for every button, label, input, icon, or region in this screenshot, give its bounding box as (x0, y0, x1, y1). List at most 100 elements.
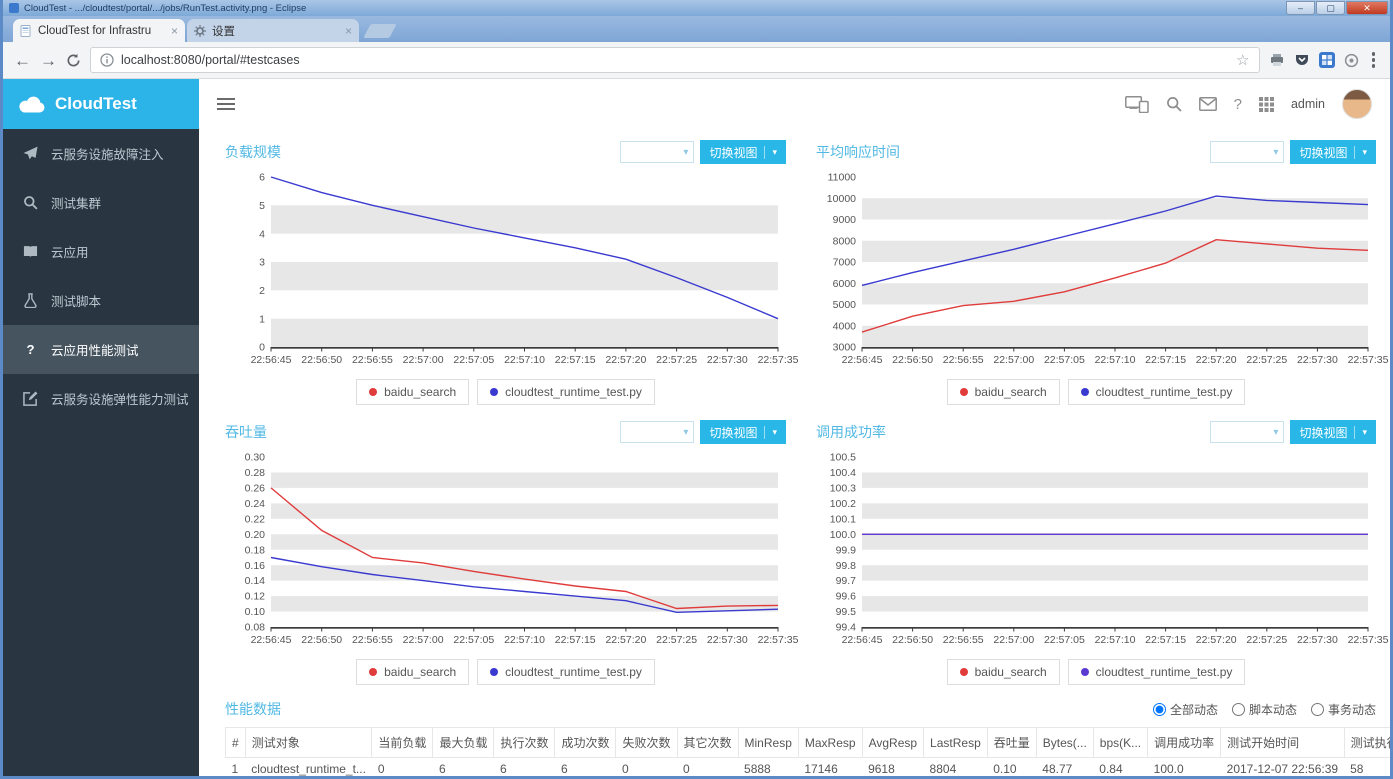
column-header[interactable]: 调用成功率 (1147, 727, 1222, 758)
legend-item[interactable]: cloudtest_runtime_test.py (1067, 379, 1246, 405)
browser-menu-icon[interactable] (1368, 52, 1380, 68)
svg-text:0: 0 (259, 342, 265, 354)
chart-title: 平均响应时间 (816, 144, 900, 160)
column-header[interactable]: # (225, 727, 246, 758)
avatar[interactable] (1342, 89, 1372, 119)
column-header[interactable]: MaxResp (797, 727, 863, 758)
table-row[interactable]: 1 cloudtest_runtime_t... 0 6 6 6 0 0 5888 17146 96… (225, 757, 1390, 776)
filter-radio[interactable]: 事务动态 (1310, 701, 1376, 718)
extension-icon-3[interactable] (1318, 52, 1335, 68)
svg-text:5000: 5000 (833, 299, 857, 311)
url-text[interactable]: localhost:8080/portal/#testcases (121, 53, 300, 67)
column-header[interactable]: 测试开始时间 (1220, 727, 1345, 758)
svg-text:22:57:15: 22:57:15 (1145, 354, 1186, 366)
column-header[interactable]: 当前负载 (371, 727, 434, 758)
search-icon[interactable] (1166, 96, 1182, 112)
extension-icon-4[interactable] (1344, 53, 1359, 68)
column-header[interactable]: bps(K... (1092, 727, 1149, 758)
legend-item[interactable]: baidu_search (356, 659, 470, 685)
brand[interactable]: CloudTest (3, 79, 199, 129)
browser-tabstrip: CloudTest for Infrastru × 设置 × (3, 16, 1390, 42)
table-cell: cloudtest_runtime_t... (245, 757, 372, 776)
table-title: 性能数据 (225, 701, 281, 717)
legend-item[interactable]: baidu_search (946, 379, 1060, 405)
responsive-view-icon[interactable] (1124, 95, 1149, 113)
svg-text:6: 6 (259, 172, 265, 184)
apps-grid-icon[interactable] (1258, 96, 1274, 112)
close-button[interactable]: ✕ (1346, 1, 1388, 15)
chart-select[interactable]: ▾ (1210, 421, 1285, 443)
radio-input[interactable] (1152, 702, 1166, 716)
hamburger-menu-icon[interactable] (217, 98, 235, 110)
sidebar-item[interactable]: 测试集群 (3, 178, 199, 227)
column-header[interactable]: MinResp (737, 727, 799, 758)
browser-tab-cloudtest[interactable]: CloudTest for Infrastru × (13, 19, 185, 42)
extension-icon-1[interactable] (1269, 52, 1285, 68)
column-header[interactable]: 执行次数 (493, 727, 556, 758)
chart-panel: 调用成功率 ▾ 切换视图 ▾ 100.5 100.4 100.3 100.2 100.1 100.… (816, 417, 1389, 697)
svg-text:22:57:30: 22:57:30 (1297, 634, 1338, 646)
maximize-button[interactable]: ▢ (1316, 1, 1345, 15)
column-header[interactable]: 吞吐量 (986, 727, 1037, 758)
forward-icon[interactable]: → (40, 52, 57, 69)
table-cell: 58 (1344, 757, 1390, 776)
refresh-icon[interactable] (66, 53, 81, 68)
sidebar-item[interactable]: ? 云应用性能测试 (3, 325, 199, 374)
svg-text:22:57:10: 22:57:10 (1095, 354, 1136, 366)
column-header[interactable]: AvgResp (861, 727, 925, 758)
extension-icon-2[interactable] (1294, 52, 1310, 68)
tab-close-icon[interactable]: × (171, 24, 178, 38)
legend-item[interactable]: cloudtest_runtime_test.py (477, 379, 655, 405)
column-header[interactable]: 失败次数 (615, 727, 678, 758)
new-tab-button[interactable] (363, 24, 397, 38)
svg-text:22:57:10: 22:57:10 (1095, 634, 1136, 646)
filter-radio[interactable]: 脚本动态 (1231, 701, 1297, 718)
column-header[interactable]: 最大负载 (432, 727, 495, 758)
legend-item[interactable]: baidu_search (946, 659, 1060, 685)
switch-view-button[interactable]: 切换视图 ▾ (1290, 140, 1376, 164)
legend-item[interactable]: cloudtest_runtime_test.py (477, 659, 655, 685)
bookmark-star-icon[interactable]: ☆ (1236, 51, 1249, 69)
tab-close-icon[interactable]: × (345, 24, 352, 38)
chart-select[interactable]: ▾ (620, 421, 695, 443)
app-header: ? admin (199, 79, 1390, 129)
column-header[interactable]: LastResp (923, 727, 988, 758)
table-cell: 0.10 (987, 757, 1037, 776)
chart-select[interactable]: ▾ (620, 141, 695, 163)
column-header[interactable]: Bytes(... (1035, 727, 1094, 758)
switch-view-button[interactable]: 切换视图 ▾ (700, 140, 786, 164)
window-titlebar: CloudTest - .../cloudtest/portal/.../job… (3, 0, 1390, 16)
help-icon[interactable]: ? (1234, 96, 1242, 113)
chart-select[interactable]: ▾ (1210, 141, 1285, 163)
sidebar-item[interactable]: 云服务设施弹性能力测试 (3, 374, 199, 423)
back-icon[interactable]: ← (14, 52, 31, 69)
column-header[interactable]: 其它次数 (676, 727, 739, 758)
svg-text:22:57:05: 22:57:05 (453, 634, 494, 646)
sidebar-item[interactable]: 云应用 (3, 227, 199, 276)
radio-input[interactable] (1310, 702, 1324, 716)
sidebar-item-label: 云应用性能测试 (51, 344, 139, 358)
svg-text:?: ? (26, 342, 34, 357)
switch-view-button[interactable]: 切换视图 ▾ (700, 420, 786, 444)
svg-text:22:57:35: 22:57:35 (758, 634, 799, 646)
browser-tab-settings[interactable]: 设置 × (187, 19, 359, 42)
legend-item[interactable]: baidu_search (356, 379, 470, 405)
address-bar[interactable]: localhost:8080/portal/#testcases ☆ (90, 47, 1260, 73)
chart-panel: 平均响应时间 ▾ 切换视图 ▾ 11000 10000 9000 8000 7000 6000 50… (816, 137, 1389, 417)
username[interactable]: admin (1291, 97, 1325, 111)
radio-input[interactable] (1231, 702, 1245, 716)
minimize-button[interactable]: – (1286, 1, 1315, 15)
info-icon[interactable] (100, 53, 114, 67)
legend-dot-icon (1080, 388, 1089, 396)
column-header[interactable]: 测试对象 (244, 727, 373, 758)
sidebar-item[interactable]: 测试脚本 (3, 276, 199, 325)
column-header[interactable]: 成功次数 (554, 727, 617, 758)
filter-radio[interactable]: 全部动态 (1152, 701, 1218, 718)
mail-icon[interactable] (1198, 97, 1217, 111)
switch-view-button[interactable]: 切换视图 ▾ (1290, 420, 1376, 444)
svg-text:22:57:20: 22:57:20 (605, 634, 646, 646)
cloud-icon (19, 96, 45, 112)
sidebar-item[interactable]: 云服务设施故障注入 (3, 129, 199, 178)
column-header[interactable]: 测试执行... (1343, 727, 1390, 758)
legend-item[interactable]: cloudtest_runtime_test.py (1067, 659, 1246, 685)
